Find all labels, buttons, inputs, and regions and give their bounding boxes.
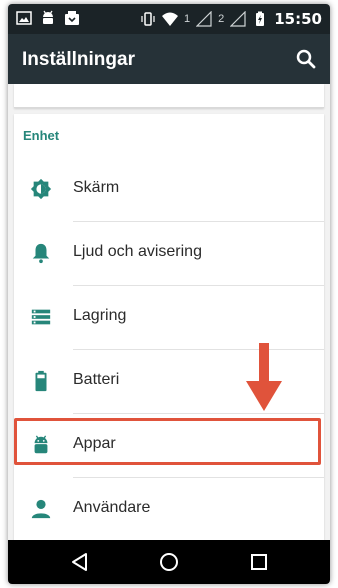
bell-icon [32, 243, 50, 264]
settings-item-label: Skärm [73, 179, 120, 196]
wifi-icon [162, 12, 178, 26]
app-bar: Inställningar [8, 34, 330, 84]
status-bar: 1 2 15:50 [8, 4, 330, 34]
device-settings-card: Enhet Skärm Ljud och avisering Lagring B… [14, 114, 324, 544]
signal-sim1-icon [196, 11, 212, 27]
section-header: Enhet [23, 128, 60, 143]
storage-icon [31, 309, 51, 325]
clock: 15:50 [274, 10, 322, 28]
back-icon[interactable] [69, 551, 91, 573]
navigation-bar [8, 540, 330, 584]
highlight-box [14, 418, 321, 465]
sim1-label: 1 [184, 13, 191, 25]
image-notification-icon [16, 11, 32, 25]
recents-icon[interactable] [248, 551, 270, 573]
battery-icon [35, 370, 47, 392]
vibrate-icon [141, 12, 155, 26]
settings-item-label: Batteri [73, 371, 120, 388]
battery-status-icon [256, 11, 265, 26]
home-icon[interactable] [158, 551, 180, 573]
previous-section-card [14, 84, 324, 108]
settings-item-label: Användare [73, 499, 151, 516]
person-icon [31, 499, 51, 519]
brightness-icon [30, 178, 52, 200]
download-notification-icon [65, 11, 79, 25]
settings-item-display[interactable]: Skärm [14, 158, 324, 222]
search-icon[interactable] [294, 47, 318, 71]
signal-sim2-icon [230, 11, 246, 27]
phone-screen: 1 2 15:50 Inställningar Enhet Skärm Ljud… [8, 4, 330, 584]
sim2-label: 2 [218, 13, 225, 25]
page-title: Inställningar [22, 49, 135, 70]
android-debug-icon [43, 10, 53, 24]
settings-item-sound[interactable]: Ljud och avisering [14, 222, 324, 286]
settings-item-users[interactable]: Användare [14, 478, 324, 542]
settings-item-label: Lagring [73, 307, 127, 324]
down-arrow-icon [246, 343, 282, 411]
settings-item-label: Ljud och avisering [73, 243, 202, 260]
settings-item-storage[interactable]: Lagring [14, 286, 324, 350]
